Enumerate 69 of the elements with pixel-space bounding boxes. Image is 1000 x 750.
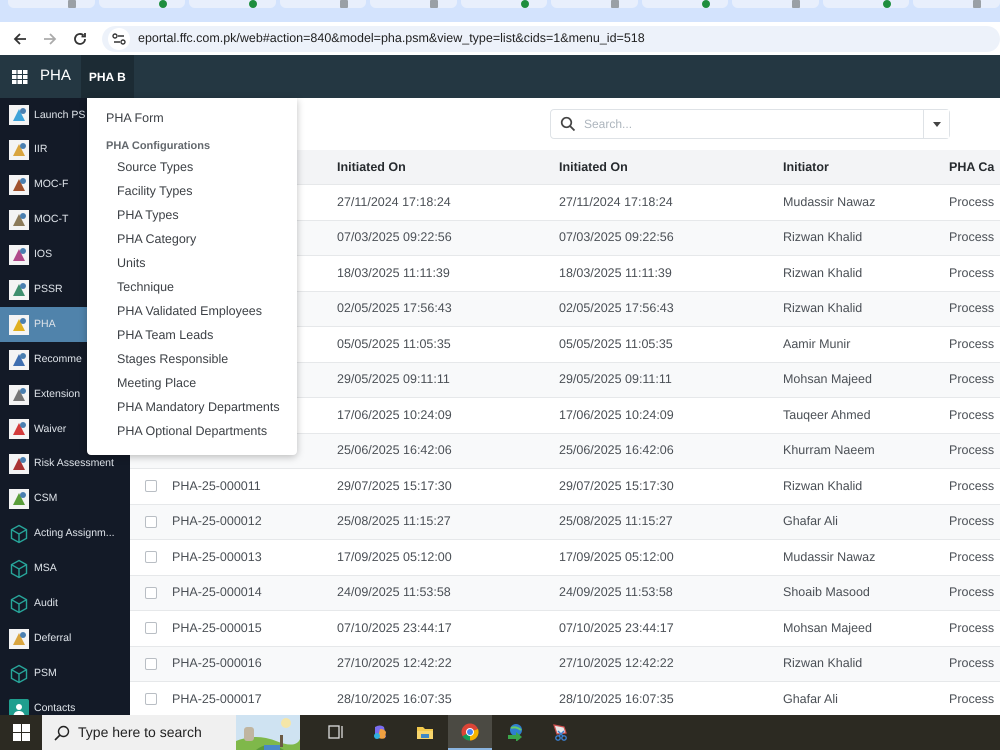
menu-header: PHA Configurations	[105, 138, 212, 154]
table-cell-text: 17/06/2025 10:24:09	[336, 406, 453, 424]
table-cell-text: 24/09/2025 11:53:58	[336, 584, 452, 602]
table-cell-text: 28/10/2025 16:07:35	[558, 690, 675, 708]
table-cell-text: 29/07/2025 15:17:30	[558, 478, 675, 495]
table-cell-text: Process	[948, 513, 996, 530]
table-cell-text: 24/09/2025 11:53:58	[558, 584, 674, 602]
table-cell-text: PHA-25-000015	[171, 620, 263, 637]
table-cell-text: 25/08/2025 11:15:27	[558, 513, 674, 530]
table-cell-text: Mohsan Majeed	[782, 371, 873, 388]
table-cell-text: 18/03/2025 11:11:39	[558, 264, 673, 282]
table-cell-text: Process	[948, 442, 996, 460]
table-cell-text: Process	[948, 229, 996, 246]
table-cell-text: 17/06/2025 10:24:09	[558, 406, 675, 424]
table-cell-text: 27/10/2025 12:42:22	[558, 655, 675, 672]
table-cell-text: 17/09/2025 05:12:00	[336, 548, 453, 566]
table-cell-text: Rizwan Khalid	[782, 655, 864, 672]
table-cell-text: 18/03/2025 11:11:39	[336, 264, 451, 282]
table-cell-text: 02/05/2025 17:56:43	[336, 300, 453, 318]
table-cell-text: Process	[948, 690, 996, 708]
table-cell-text: Rizwan Khalid	[782, 300, 864, 318]
table-cell-text: 07/10/2025 23:44:17	[336, 620, 453, 637]
table-cell-text: Process	[948, 194, 996, 211]
app-name: PHA	[40, 66, 71, 86]
table-cell-text: Aamir Munir	[782, 336, 852, 353]
table-cell-text: Ghafar Ali	[782, 513, 839, 530]
table-cell-text: 29/05/2025 09:11:11	[336, 371, 451, 388]
table-cell-text: Rizwan Khalid	[782, 478, 864, 495]
table-cell-text: Mudassir Nawaz	[782, 194, 876, 211]
table-cell-text: PHA-25-000011	[171, 478, 262, 495]
table-cell-text: Process	[948, 655, 996, 672]
table-cell-text: 07/03/2025 09:22:56	[336, 229, 453, 246]
table-cell-text: Process	[948, 406, 996, 424]
table-cell-text: Ghafar Ali	[782, 690, 839, 708]
table-cell-text: PHA-25-000012	[171, 513, 263, 530]
table-cell-text: Process	[948, 300, 996, 318]
table-cell-text: 25/08/2025 11:15:27	[336, 513, 452, 530]
table-cell-text: 27/10/2025 12:42:22	[336, 655, 453, 672]
table-cell-text: 17/09/2025 05:12:00	[558, 548, 675, 566]
table-cell-text: Process	[948, 620, 996, 637]
table-cell-text: Rizwan Khalid	[782, 264, 864, 282]
table-cell-text: 07/03/2025 09:22:56	[558, 229, 675, 246]
table-cell-text: 25/06/2025 16:42:06	[336, 442, 453, 460]
table-cell-text: Rizwan Khalid	[782, 229, 864, 246]
table-cell-text: PHA-25-000014	[171, 584, 263, 602]
table-cell-text: Process	[948, 548, 996, 566]
table-cell-text: 27/11/2024 17:18:24	[336, 194, 452, 211]
table-cell-text: Shoaib Masood	[782, 584, 871, 602]
table-cell-text: 07/10/2025 23:44:17	[558, 620, 675, 637]
table-cell-text: PHA-25-000017	[171, 690, 263, 708]
table-cell-text: Mohsan Majeed	[782, 620, 873, 637]
table-cell-text: 02/05/2025 17:56:43	[558, 300, 675, 318]
table-cell-text: Process	[948, 584, 996, 602]
table-cell-text: 25/06/2025 16:42:06	[558, 442, 675, 460]
table-cell-text: Process	[948, 371, 996, 388]
table-cell-text: Process	[948, 264, 996, 282]
table-cell-text: 27/11/2024 17:18:24	[558, 194, 674, 211]
table-cell-text: 05/05/2025 11:05:35	[336, 336, 452, 353]
table-cell-text: Process	[948, 336, 996, 353]
table-cell-text: Tauqeer Ahmed	[782, 406, 872, 424]
table-cell-text: 29/05/2025 09:11:11	[558, 371, 673, 388]
table-cell-text: 28/10/2025 16:07:35	[336, 690, 453, 708]
table-cell-text: 29/07/2025 15:17:30	[336, 478, 453, 495]
table-cell-text: Process	[948, 478, 996, 495]
table-cell-text: Mudassir Nawaz	[782, 548, 876, 566]
table-cell-text: 05/05/2025 11:05:35	[558, 336, 674, 353]
table-cell-text: PHA-25-000013	[171, 548, 263, 566]
table-cell-text: PHA-25-000016	[171, 655, 263, 672]
table-cell-text: Khurram Naeem	[782, 442, 876, 460]
